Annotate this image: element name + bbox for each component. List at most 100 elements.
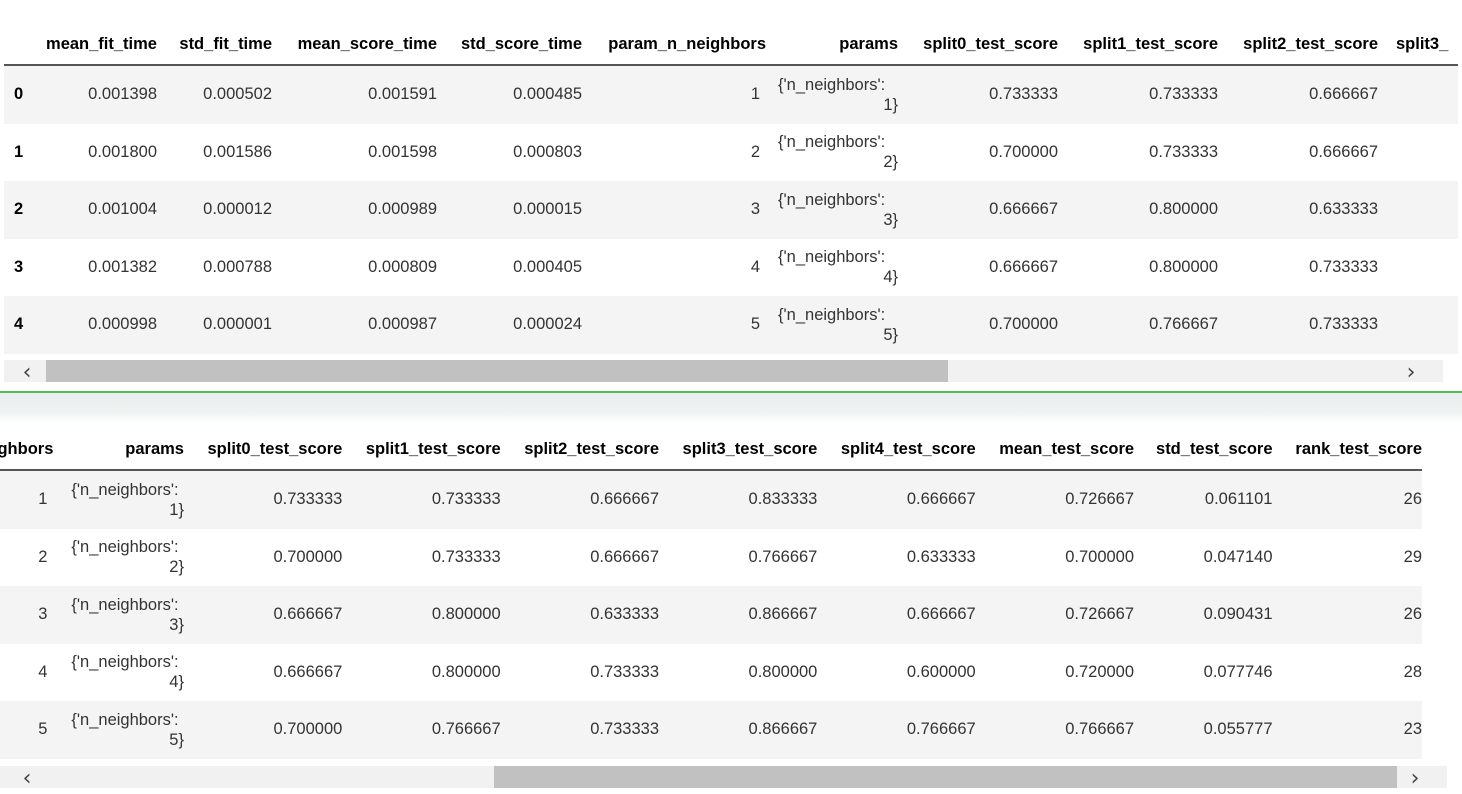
cell-split4: 0.666667 — [906, 605, 976, 624]
column-header-split2-test-score[interactable]: split2_test_score — [501, 429, 659, 470]
bottom-horizontal-scrollbar[interactable]: ‹ › — [0, 766, 1447, 791]
cell-std-fit-time: 0.000788 — [203, 257, 272, 276]
cell-params: {'n_neighbors': 2} — [53, 529, 184, 587]
column-header-split3-truncated[interactable]: split3_ — [1378, 24, 1458, 65]
cell-split0: 0.666667 — [273, 662, 343, 681]
cell-params: {'n_neighbors': 4} — [766, 239, 898, 297]
cell-param-n-neighbors: 1 — [750, 85, 760, 104]
cell-std-score-time: 0.000485 — [513, 85, 582, 104]
params-line1: {'n_neighbors': — [778, 190, 886, 209]
table-row: 1 {'n_neighbors': 1} 0.733333 0.733333 0.… — [0, 470, 1422, 529]
scroll-left-icon[interactable]: ‹ — [12, 766, 42, 791]
column-header-param-n-neighbors[interactable]: param_n_neighbors — [582, 24, 766, 65]
cell-params: {'n_neighbors': 4} — [53, 644, 184, 702]
cell-split2: 0.633333 — [1309, 200, 1378, 219]
scroll-right-icon[interactable]: › — [1396, 360, 1426, 385]
column-header-split4-test-score[interactable]: split4_test_score — [817, 429, 976, 470]
cell-param-n-neighbors: 2 — [38, 547, 48, 566]
cell-std-fit-time: 0.001586 — [203, 142, 272, 161]
top-dataframe-output: mean_fit_time std_fit_time mean_score_ti… — [0, 0, 1462, 392]
cell-mean-score-time: 0.001598 — [368, 142, 437, 161]
table-header-row: ghbors params split0_test_score split1_t… — [0, 429, 1422, 470]
column-header-std-fit-time[interactable]: std_fit_time — [157, 24, 272, 65]
cell-split0: 0.666667 — [273, 605, 343, 624]
cell-split1: 0.800000 — [431, 662, 501, 681]
column-header-split3-test-score[interactable]: split3_test_score — [659, 429, 818, 470]
cell-mean-score-time: 0.000809 — [368, 257, 437, 276]
column-header-split1-test-score[interactable]: split1_test_score — [342, 429, 501, 470]
cell-std-test-score: 0.061101 — [1204, 490, 1273, 509]
top-horizontal-scrollbar[interactable]: ‹ › — [4, 360, 1443, 385]
cell-split3: 0.866667 — [748, 605, 818, 624]
row-index: 3 — [14, 257, 24, 276]
cell-split0: 0.733333 — [273, 490, 343, 509]
params-line2: 5} — [169, 730, 184, 749]
cell-mean-test-score: 0.726667 — [1065, 490, 1135, 509]
column-header-params[interactable]: params — [766, 24, 898, 65]
params-line1: {'n_neighbors': — [778, 248, 886, 267]
column-header-std-score-time[interactable]: std_score_time — [437, 24, 582, 65]
cell-split3-empty — [1378, 296, 1458, 354]
cell-split3: 0.800000 — [748, 662, 818, 681]
params-line2: 3} — [883, 210, 898, 229]
params-line2: 1} — [169, 500, 184, 519]
column-header-mean-test-score[interactable]: mean_test_score — [976, 429, 1134, 470]
scrollbar-thumb[interactable] — [46, 360, 948, 382]
cell-split0: 0.700000 — [989, 142, 1058, 161]
cell-mean-score-time: 0.000989 — [368, 200, 437, 219]
params-line2: 2} — [169, 558, 184, 577]
params-line1: {'n_neighbors': — [778, 75, 886, 94]
scroll-left-icon[interactable]: ‹ — [12, 360, 42, 385]
cell-mean-score-time: 0.000987 — [368, 315, 437, 334]
column-header-std-test-score[interactable]: std_test_score — [1134, 429, 1272, 470]
column-header-split0-test-score[interactable]: split0_test_score — [184, 429, 343, 470]
column-header-mean-score-time[interactable]: mean_score_time — [272, 24, 437, 65]
table-row: 0 0.001398 0.000502 0.001591 0.000485 1 … — [4, 65, 1458, 124]
cell-rank-test-score: 26 — [1403, 605, 1422, 624]
column-header-split0-test-score[interactable]: split0_test_score — [898, 24, 1058, 65]
cell-split1: 0.733333 — [1149, 142, 1218, 161]
cell-std-score-time: 0.000803 — [513, 142, 582, 161]
cell-split0: 0.733333 — [989, 85, 1058, 104]
params-line1: {'n_neighbors': — [71, 653, 179, 672]
cell-rank-test-score: 23 — [1403, 720, 1422, 739]
params-line2: 2} — [883, 153, 898, 172]
column-header-split2-test-score[interactable]: split2_test_score — [1218, 24, 1378, 65]
row-index: 4 — [14, 315, 24, 334]
params-line1: {'n_neighbors': — [71, 538, 179, 557]
cell-split3: 0.766667 — [748, 547, 818, 566]
cell-split1: 0.800000 — [1149, 200, 1218, 219]
column-header-mean-fit-time[interactable]: mean_fit_time — [44, 24, 157, 65]
cell-split4: 0.633333 — [906, 547, 976, 566]
cell-split3-empty — [1378, 65, 1458, 124]
cell-split3-empty — [1378, 124, 1458, 182]
cell-param-n-neighbors: 3 — [750, 200, 760, 219]
row-index: 2 — [14, 200, 24, 219]
row-index: 1 — [14, 142, 24, 161]
params-line1: {'n_neighbors': — [778, 305, 886, 324]
cell-params: {'n_neighbors': 2} — [766, 124, 898, 182]
cell-std-score-time: 0.000015 — [513, 200, 582, 219]
cell-param-n-neighbors: 2 — [750, 142, 760, 161]
column-header-params[interactable]: params — [53, 429, 184, 470]
cell-params: {'n_neighbors': 3} — [53, 586, 184, 644]
cell-split4: 0.766667 — [906, 720, 976, 739]
cell-split2: 0.733333 — [590, 720, 660, 739]
cell-mean-test-score: 0.766667 — [1065, 720, 1135, 739]
cell-mean-fit-time: 0.001004 — [88, 200, 157, 219]
cell-std-fit-time: 0.000001 — [203, 315, 272, 334]
top-dataframe-table: mean_fit_time std_fit_time mean_score_ti… — [4, 24, 1458, 354]
scroll-right-icon[interactable]: › — [1400, 766, 1430, 791]
cell-rank-test-score: 28 — [1403, 662, 1422, 681]
column-header-split1-test-score[interactable]: split1_test_score — [1058, 24, 1218, 65]
cell-split3: 0.833333 — [748, 490, 818, 509]
cell-param-n-neighbors: 3 — [38, 605, 48, 624]
table-row: 4 {'n_neighbors': 4} 0.666667 0.800000 0.… — [0, 643, 1422, 702]
column-header-param-n-neighbors-truncated[interactable]: ghbors — [0, 429, 53, 470]
table-row: 5 {'n_neighbors': 5} 0.700000 0.766667 0.… — [0, 701, 1422, 759]
scrollbar-thumb[interactable] — [494, 766, 1397, 788]
cell-std-fit-time: 0.000012 — [203, 200, 272, 219]
cell-split3: 0.866667 — [748, 720, 818, 739]
column-header-rank-test-score[interactable]: rank_test_score — [1273, 429, 1422, 470]
cell-split2: 0.666667 — [1309, 142, 1378, 161]
